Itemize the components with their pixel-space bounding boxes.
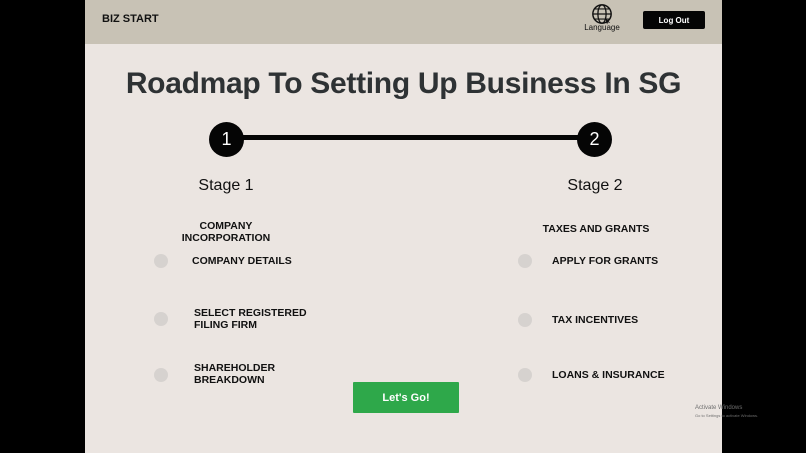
- filing-firm-radio[interactable]: [154, 312, 168, 326]
- top-header: BIZ START Language Log Out: [85, 0, 722, 44]
- brand-logo: BIZ START: [102, 13, 159, 25]
- stage-1-circle: 1: [209, 122, 244, 157]
- stage-2-circle: 2: [577, 122, 612, 157]
- shareholder-radio[interactable]: [154, 368, 168, 382]
- shareholder-item[interactable]: SHAREHOLDER BREAKDOWN: [194, 362, 286, 386]
- stage-connector-line: [240, 135, 595, 140]
- loans-insurance-item[interactable]: LOANS & INSURANCE: [552, 369, 682, 381]
- stage-2-heading: TAXES AND GRANTS: [542, 223, 650, 235]
- tax-incentives-item[interactable]: TAX INCENTIVES: [552, 314, 682, 326]
- globe-icon: [592, 4, 612, 25]
- loans-insurance-radio[interactable]: [518, 368, 532, 382]
- app-window: BIZ START Language Log Out Roadmap To Se…: [85, 0, 722, 453]
- apply-grants-item[interactable]: APPLY FOR GRANTS: [552, 255, 682, 267]
- company-details-item[interactable]: COMPANY DETAILS: [192, 255, 312, 267]
- lets-go-button[interactable]: Let's Go!: [353, 382, 459, 413]
- stage-2-label: Stage 2: [567, 177, 623, 194]
- stage-1-heading: COMPANY INCORPORATION: [181, 220, 271, 244]
- apply-grants-radio[interactable]: [518, 254, 532, 268]
- stage-1-label: Stage 1: [198, 177, 254, 194]
- activate-windows-watermark: Activate Windows Go to Settings to activ…: [695, 405, 758, 419]
- company-details-radio[interactable]: [154, 254, 168, 268]
- language-label: Language: [584, 23, 620, 32]
- watermark-line1: Activate Windows: [695, 405, 743, 411]
- watermark-line2: Go to Settings to activate Windows.: [695, 413, 759, 418]
- page-title: Roadmap To Setting Up Business In SG: [125, 67, 682, 100]
- filing-firm-item[interactable]: SELECT REGISTERED FILING FIRM: [194, 307, 312, 331]
- logout-button[interactable]: Log Out: [643, 11, 705, 29]
- tax-incentives-radio[interactable]: [518, 313, 532, 327]
- language-selector[interactable]: Language: [582, 3, 622, 35]
